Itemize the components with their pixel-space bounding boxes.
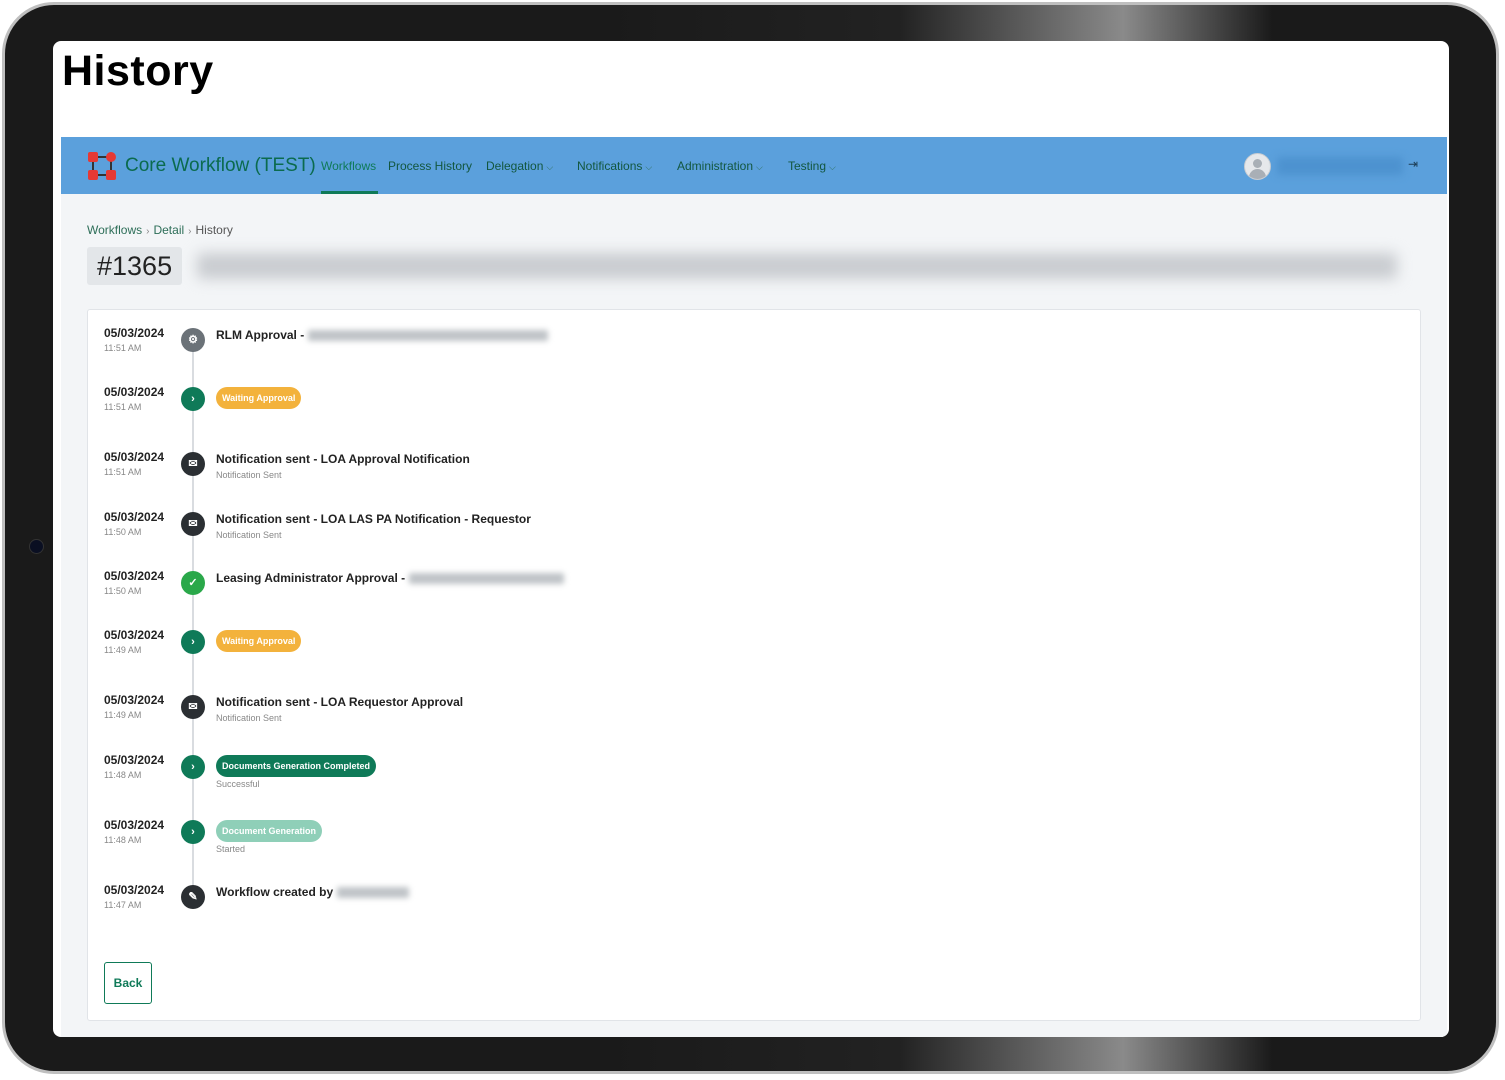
timeline-time: 11:49 AM: [104, 645, 142, 655]
breadcrumb-workflows[interactable]: Workflows: [87, 223, 142, 237]
timeline-date: 05/03/2024: [104, 753, 165, 767]
pencil-icon: ✎: [181, 885, 205, 909]
app: Core Workflow (TEST) Workflows Process H…: [61, 137, 1447, 1037]
arrow-icon: ›: [181, 755, 205, 779]
timeline-text: Notification sent - LOA Approval Notific…: [216, 452, 470, 466]
timeline-item: 05/03/2024 11:48 AM › Document Generatio…: [88, 818, 1388, 868]
avatar[interactable]: [1244, 153, 1271, 180]
nav-workflows[interactable]: Workflows: [321, 159, 376, 173]
timeline-item: 05/03/2024 11:51 AM › Waiting Approval: [88, 385, 1388, 435]
status-badge: Document Generation: [216, 820, 323, 842]
timeline-date: 05/03/2024: [104, 450, 165, 464]
timeline-date: 05/03/2024: [104, 326, 165, 340]
timeline-item: 05/03/2024 11:48 AM › Documents Generati…: [88, 753, 1388, 803]
timeline-item: 05/03/2024 11:50 AM ✓ Leasing Administra…: [88, 569, 1388, 619]
nav-process-history[interactable]: Process History: [388, 159, 472, 173]
chevron-down-icon: ⌵: [546, 162, 554, 172]
active-nav-indicator: [321, 191, 378, 194]
timeline-time: 11:50 AM: [104, 586, 142, 596]
timeline-date: 05/03/2024: [104, 883, 165, 897]
timeline-text: Notification sent - LOA Requestor Approv…: [216, 695, 464, 709]
status-badge: Waiting Approval: [216, 387, 302, 409]
timeline-text: Leasing Administrator Approval -: [216, 571, 565, 585]
timeline-item: 05/03/2024 11:47 AM ✎ Workflow created b…: [88, 883, 1388, 933]
timeline-item: 05/03/2024 11:51 AM ✉ Notification sent …: [88, 450, 1388, 500]
timeline-time: 11:48 AM: [104, 835, 142, 845]
logout-icon[interactable]: ⇥: [1408, 157, 1418, 171]
timeline-time: 11:51 AM: [104, 343, 142, 353]
timeline-item: 05/03/2024 11:51 AM ⚙ RLM Approval -: [88, 326, 1388, 376]
workflow-id: #1365: [87, 247, 183, 285]
timeline-text: RLM Approval -: [216, 328, 549, 342]
timeline-subtext: Notification Sent: [216, 530, 282, 540]
arrow-icon: ›: [181, 387, 205, 411]
breadcrumb-detail[interactable]: Detail: [153, 223, 184, 237]
mail-icon: ✉: [181, 512, 205, 536]
chevron-down-icon: ⌵: [829, 162, 836, 172]
timeline-item: 05/03/2024 11:49 AM › Waiting Approval: [88, 628, 1388, 678]
timeline-time: 11:48 AM: [104, 770, 142, 780]
timeline-subtext: Notification Sent: [216, 470, 282, 480]
timeline-item: 05/03/2024 11:50 AM ✉ Notification sent …: [88, 510, 1388, 560]
mail-icon: ✉: [181, 452, 205, 476]
redacted-text: [308, 330, 549, 342]
slide-title: History: [62, 47, 214, 95]
timeline-date: 05/03/2024: [104, 569, 165, 583]
nav-testing[interactable]: Testing ⌵: [788, 159, 836, 173]
redacted-text: [409, 573, 565, 585]
camera-dot: [29, 539, 44, 554]
timeline-time: 11:49 AM: [104, 710, 142, 720]
screen: History Core Workflow (TEST) Workflows P…: [53, 41, 1449, 1037]
timeline-text: Notification sent - LOA LAS PA Notificat…: [216, 512, 531, 526]
gear-icon: ⚙: [181, 328, 205, 352]
timeline-date: 05/03/2024: [104, 385, 165, 399]
arrow-icon: ›: [181, 630, 205, 654]
nav-administration[interactable]: Administration ⌵: [677, 159, 763, 173]
timeline-text: Workflow created by: [216, 885, 410, 899]
mail-icon: ✉: [181, 695, 205, 719]
back-button[interactable]: Back: [104, 962, 152, 1004]
breadcrumb: Workflows › Detail › History: [87, 223, 233, 237]
timeline-time: 11:51 AM: [104, 467, 142, 477]
arrow-icon: ›: [181, 820, 205, 844]
timeline-date: 05/03/2024: [104, 818, 165, 832]
timeline-time: 11:50 AM: [104, 527, 142, 537]
timeline-time: 11:51 AM: [104, 402, 142, 412]
timeline-subtext: Successful: [216, 779, 260, 789]
breadcrumb-history: History: [195, 223, 233, 237]
brand-title[interactable]: Core Workflow (TEST): [125, 155, 316, 177]
nav-notifications[interactable]: Notifications ⌵: [577, 159, 652, 173]
check-icon: ✓: [181, 571, 205, 595]
timeline-date: 05/03/2024: [104, 693, 165, 707]
status-badge: Documents Generation Completed: [216, 755, 377, 777]
chevron-down-icon: ⌵: [756, 162, 763, 172]
timeline-date: 05/03/2024: [104, 628, 165, 642]
navbar: Core Workflow (TEST) Workflows Process H…: [61, 137, 1447, 194]
status-badge: Waiting Approval: [216, 630, 302, 652]
workflow-title-redacted: [197, 253, 1397, 279]
chevron-down-icon: ⌵: [645, 162, 653, 172]
nav-delegation[interactable]: Delegation ⌵: [486, 159, 553, 173]
timeline-time: 11:47 AM: [104, 900, 142, 910]
logo-icon[interactable]: [85, 149, 119, 183]
timeline-date: 05/03/2024: [104, 510, 165, 524]
timeline-subtext: Notification Sent: [216, 713, 282, 723]
timeline-item: 05/03/2024 11:49 AM ✉ Notification sent …: [88, 693, 1388, 743]
user-name-redacted[interactable]: [1277, 157, 1403, 175]
history-card: 05/03/2024 11:51 AM ⚙ RLM Approval - 05/…: [87, 309, 1421, 1021]
timeline-subtext: Started: [216, 844, 246, 854]
redacted-text: [337, 887, 410, 899]
